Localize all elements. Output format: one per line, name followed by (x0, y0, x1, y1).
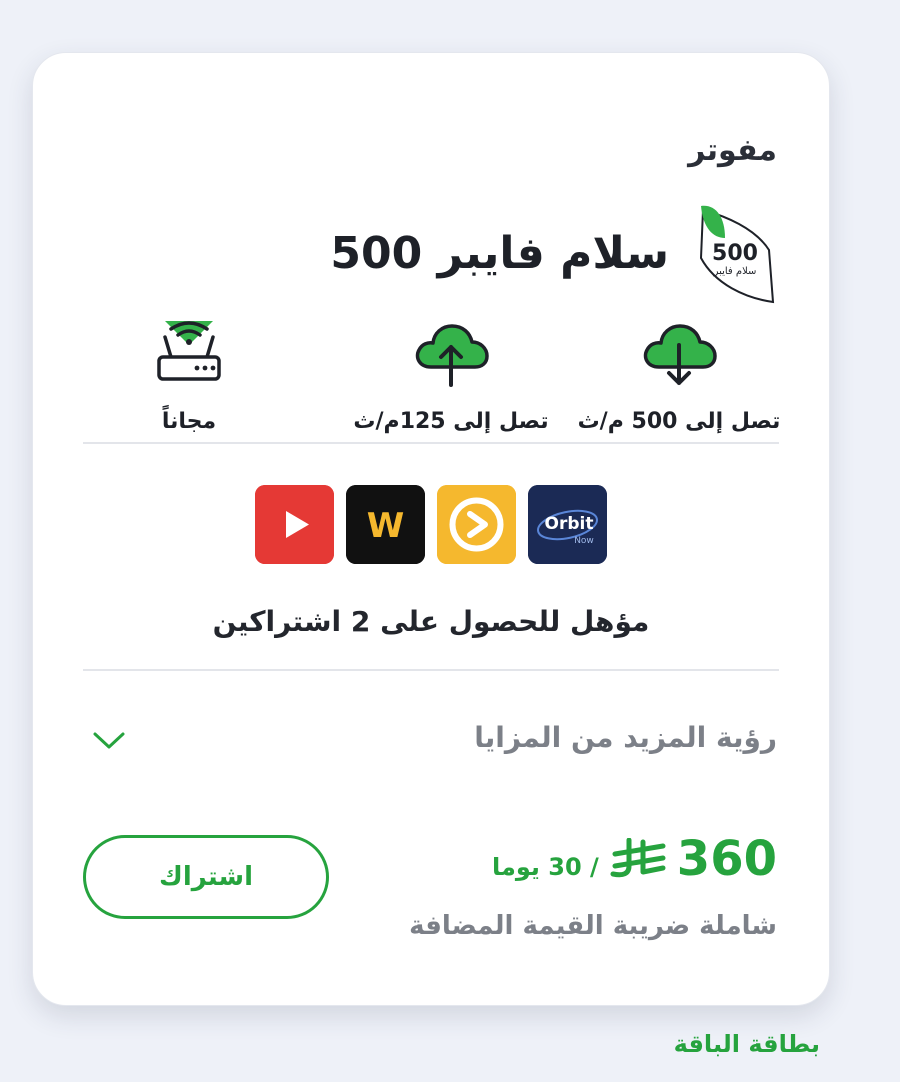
orbit-now-icon: Orbit Now (528, 485, 607, 564)
divider (83, 442, 779, 444)
feature-download-label: تصل إلى 500 م/ث (577, 409, 781, 434)
orbit-subtext: Now (574, 536, 594, 546)
plan-name: سلام فايبر 500 (330, 227, 669, 279)
eligibility-text: مؤهل للحصول على 2 اشتراكين (212, 605, 650, 638)
price: 360 / 30 يوما (492, 831, 777, 887)
viu-logo (437, 485, 516, 564)
orbit-now-logo: Orbit Now (528, 485, 607, 564)
cloud-download-icon (643, 324, 717, 385)
chevron-down-icon[interactable] (91, 729, 127, 753)
feature-upload: تصل إلى 125م/ث (331, 315, 571, 434)
weyyak-icon: W (346, 485, 425, 564)
feature-router-label: مجاناً (161, 409, 217, 434)
plan-header: 500 سلام فايبر سلام فايبر 500 (330, 198, 777, 308)
plan-card-link[interactable]: بطاقة الباقة (674, 1030, 820, 1058)
plan-type-label: مفوتر (688, 133, 777, 168)
weyyak-text: W (367, 506, 405, 546)
cloud-upload-icon (415, 324, 489, 387)
feature-router: مجاناً (69, 315, 309, 434)
feature-download: تصل إلى 500 م/ث (559, 315, 799, 434)
vat-note: شاملة ضريبة القيمة المضافة (409, 911, 777, 941)
subscribe-button[interactable]: اشتراك (83, 835, 329, 919)
weyyak-logo: W (346, 485, 425, 564)
feature-upload-label: تصل إلى 125م/ث (353, 409, 549, 434)
plan-badge-text: سلام فايبر (713, 266, 757, 277)
plan-badge-number: 500 (712, 241, 758, 266)
more-benefits-label: رؤية المزيد من المزايا (474, 721, 777, 754)
plan-badge-icon: 500 سلام فايبر (699, 205, 775, 304)
plan-card: مفوتر 500 سلام فايبر سلام فايبر 500 تصل … (32, 52, 830, 1006)
youtube-icon (255, 485, 334, 564)
riyal-currency-icon (610, 838, 666, 878)
price-period: / 30 يوما (491, 853, 599, 881)
more-benefits-toggle[interactable]: رؤية المزيد من المزايا (83, 721, 779, 765)
divider (83, 669, 779, 671)
features-row: تصل إلى 500 م/ث تصل إلى 125م/ث مجاناً (83, 315, 780, 441)
orbit-text: Orbit (545, 514, 594, 534)
viu-icon (437, 485, 516, 564)
wifi-router-icon (157, 321, 221, 381)
app-logos: W Orbit Now (33, 485, 829, 564)
youtube-logo (255, 485, 334, 564)
price-amount: 360 (676, 831, 777, 887)
